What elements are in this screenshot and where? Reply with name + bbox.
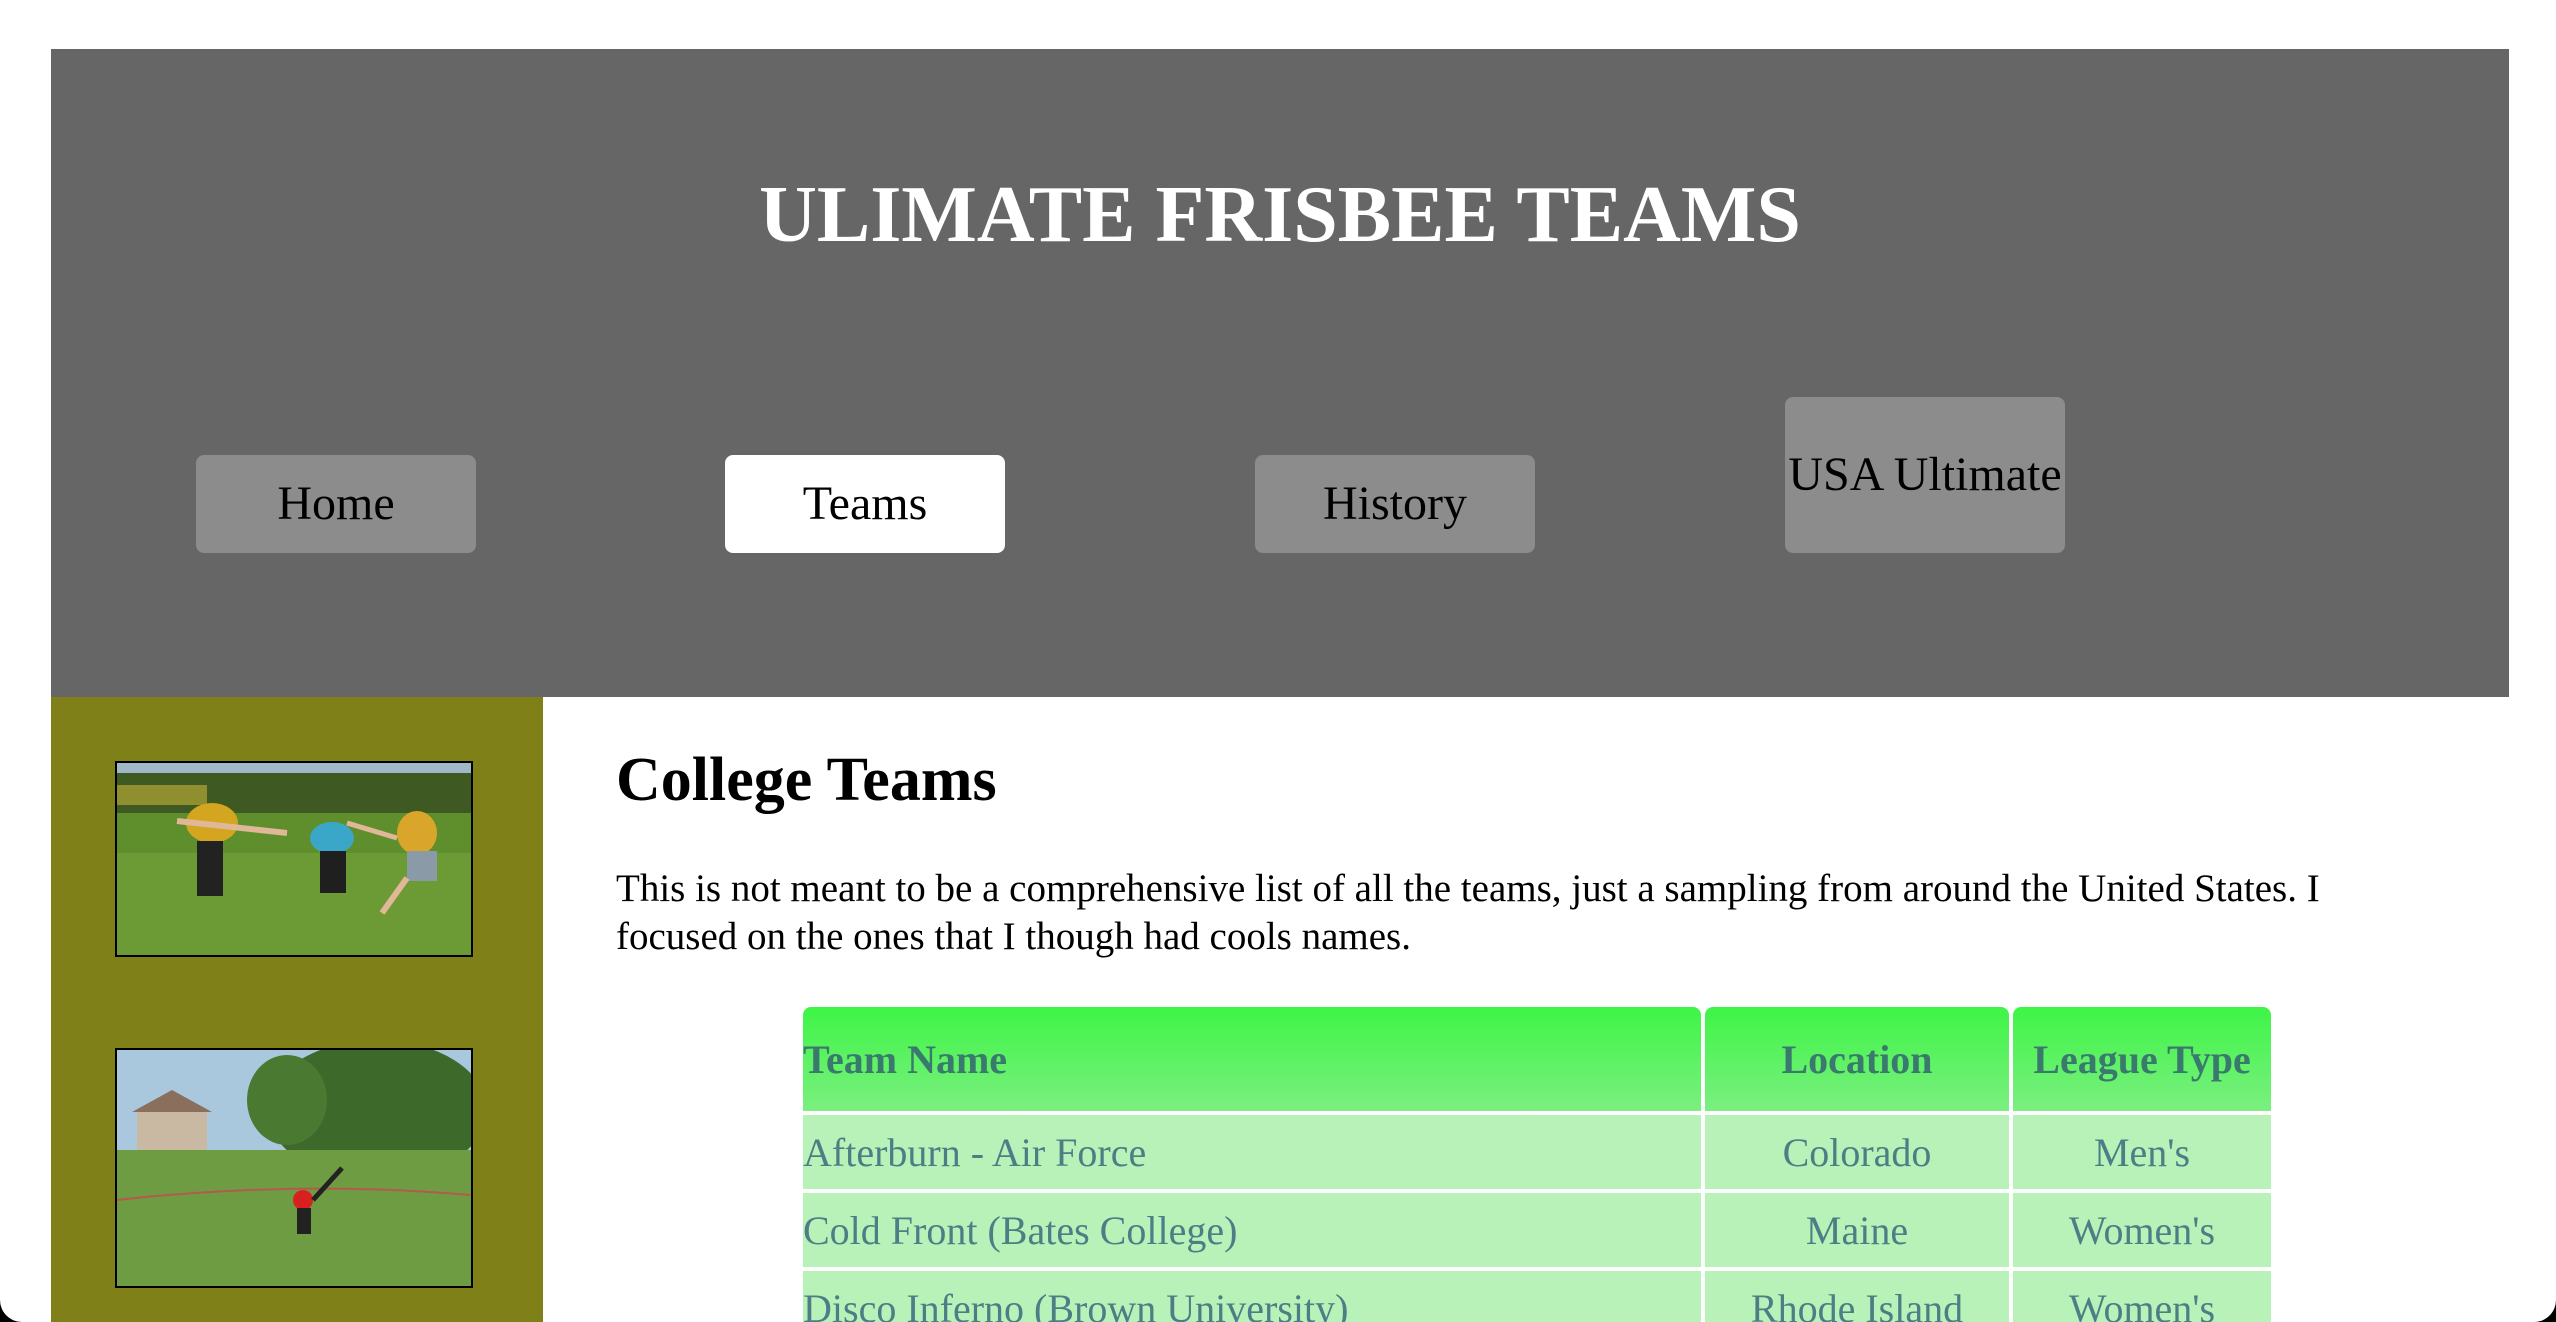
cell-team-name: Afterburn - Air Force (803, 1115, 1701, 1189)
table-row: Disco Inferno (Brown University) Rhode I… (803, 1271, 2271, 1322)
nav-usa-ultimate-button[interactable]: USA Ultimate (1785, 397, 2065, 553)
cell-team-name: Disco Inferno (Brown University) (803, 1271, 1701, 1322)
nav-teams-button[interactable]: Teams (725, 455, 1005, 553)
cell-location: Rhode Island (1705, 1271, 2009, 1322)
teams-table: Team Name Location League Type Afterburn… (799, 1003, 2275, 1322)
sidebar (51, 697, 543, 1322)
site-header: ULIMATE FRISBEE TEAMS Home Teams History… (51, 49, 2509, 697)
frisbee-photo-1 (115, 761, 473, 957)
header-team-name: Team Name (803, 1007, 1701, 1111)
intro-paragraph: This is not meant to be a comprehensive … (616, 867, 2320, 958)
header-location: Location (1705, 1007, 2009, 1111)
cell-league-type: Men's (2013, 1115, 2271, 1189)
table-row: Cold Front (Bates College) Maine Women's (803, 1193, 2271, 1267)
header-league-type: League Type (2013, 1007, 2271, 1111)
site-title: ULIMATE FRISBEE TEAMS (759, 171, 1801, 259)
cell-league-type: Women's (2013, 1271, 2271, 1322)
table-row: Afterburn - Air Force Colorado Men's (803, 1115, 2271, 1189)
table-header-row: Team Name Location League Type (803, 1007, 2271, 1111)
cell-location: Maine (1705, 1193, 2009, 1267)
frisbee-photo-2 (115, 1048, 473, 1288)
cell-location: Colorado (1705, 1115, 2009, 1189)
section-title: College Teams (616, 746, 997, 814)
cell-league-type: Women's (2013, 1193, 2271, 1267)
page: ULIMATE FRISBEE TEAMS Home Teams History… (0, 0, 2556, 1322)
nav-history-button[interactable]: History (1255, 455, 1535, 553)
nav-home-button[interactable]: Home (196, 455, 476, 553)
cell-team-name: Cold Front (Bates College) (803, 1193, 1701, 1267)
